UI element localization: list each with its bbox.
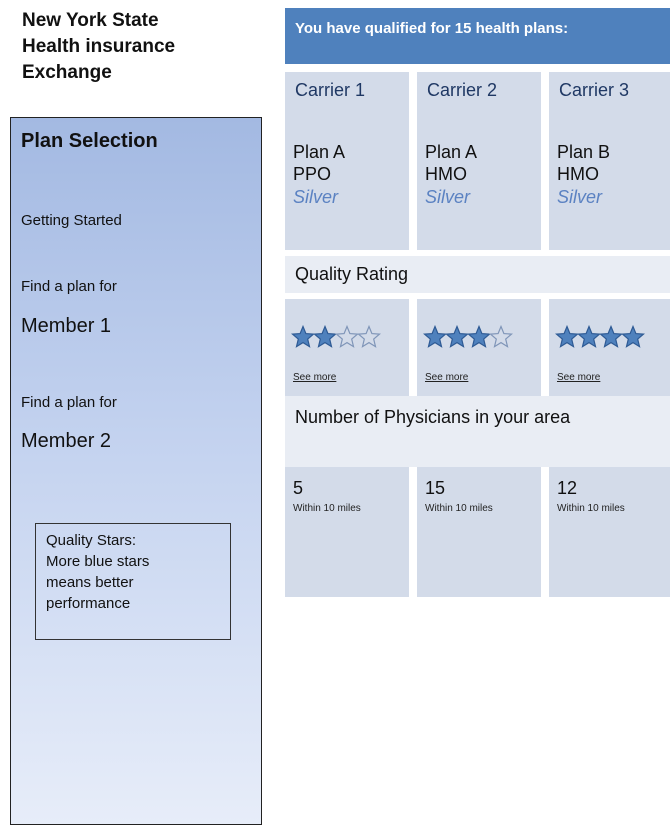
sidebar-item-getting-started[interactable]: Getting Started (21, 212, 122, 229)
carrier-name: Carrier 3 (559, 80, 630, 100)
physicians-cell-3: 12 Within 10 miles (549, 467, 670, 597)
plan-card-2[interactable]: Carrier 2 Plan A HMO Silver (417, 72, 541, 250)
star-empty-icon (357, 325, 381, 348)
metal-tier: Silver (557, 187, 603, 207)
quality-rating-header: Quality Rating (285, 256, 670, 293)
star-filled-icon (313, 325, 337, 348)
star-empty-icon (489, 325, 513, 348)
physicians-header-spacer (285, 439, 670, 467)
quality-stars-note: Quality Stars: More blue stars means bet… (35, 523, 231, 640)
plan-type: PPO (293, 164, 332, 184)
see-more-link[interactable]: See more (293, 372, 336, 383)
rating-cell-2: See more (417, 299, 541, 396)
see-more-link[interactable]: See more (557, 372, 600, 383)
star-rating (291, 325, 381, 349)
carrier-name: Carrier 2 (427, 80, 498, 100)
logo-line-3: Exchange (22, 62, 112, 83)
plan-name: Plan A HMO (425, 141, 477, 185)
sidebar-title: Plan Selection (21, 130, 158, 152)
metal-tier: Silver (425, 187, 471, 207)
sidebar-item-find-plan-member-1-label[interactable]: Find a plan for (21, 278, 117, 295)
star-empty-icon (335, 325, 359, 348)
rating-cell-1: See more (285, 299, 409, 396)
sidebar-item-member-1[interactable]: Member 1 (21, 315, 111, 338)
logo-line-2: Health insurance (22, 36, 176, 57)
see-more-link[interactable]: See more (425, 372, 468, 383)
star-filled-icon (577, 325, 601, 348)
star-filled-icon (291, 325, 315, 348)
plan-name: Plan A PPO (293, 141, 345, 185)
rating-cell-3: See more (549, 299, 670, 396)
star-filled-icon (467, 325, 491, 348)
star-filled-icon (445, 325, 469, 348)
plan-type: HMO (425, 164, 467, 184)
note-line-4: performance (46, 595, 131, 612)
plan-label: Plan A (425, 142, 478, 162)
star-rating (423, 325, 513, 349)
note-line-3: means better (46, 574, 134, 591)
site-logo: New York State Health insurance Exchange (22, 8, 262, 86)
metal-tier: Silver (293, 187, 339, 207)
carrier-name: Carrier 1 (295, 80, 366, 100)
sidebar: Plan Selection Getting Started Find a pl… (10, 117, 262, 825)
physicians-header: Number of Physicians in your area (285, 396, 670, 439)
distance-note: Within 10 miles (557, 503, 625, 514)
distance-note: Within 10 miles (293, 503, 361, 514)
physicians-cell-2: 15 Within 10 miles (417, 467, 541, 597)
plan-name: Plan B HMO (557, 141, 610, 185)
plan-card-3[interactable]: Carrier 3 Plan B HMO Silver (549, 72, 670, 250)
sidebar-item-member-2[interactable]: Member 2 (21, 430, 111, 453)
physician-count: 12 (557, 478, 578, 498)
note-line-2: More blue stars (46, 553, 150, 570)
logo-line-1: New York State (22, 10, 159, 31)
plan-label: Plan B (557, 142, 611, 162)
star-filled-icon (621, 325, 645, 348)
physician-count: 5 (293, 478, 304, 498)
plan-type: HMO (557, 164, 599, 184)
physician-count: 15 (425, 478, 446, 498)
plans-qualified-banner: You have qualified for 15 health plans: (285, 8, 670, 64)
plan-card-1[interactable]: Carrier 1 Plan A PPO Silver (285, 72, 409, 250)
sidebar-item-find-plan-member-2-label[interactable]: Find a plan for (21, 394, 117, 411)
star-filled-icon (423, 325, 447, 348)
physicians-cell-1: 5 Within 10 miles (285, 467, 409, 597)
note-line-1: Quality Stars: (46, 532, 137, 549)
star-rating (555, 325, 645, 349)
star-filled-icon (599, 325, 623, 348)
distance-note: Within 10 miles (425, 503, 493, 514)
plan-label: Plan A (293, 142, 346, 162)
star-filled-icon (555, 325, 579, 348)
